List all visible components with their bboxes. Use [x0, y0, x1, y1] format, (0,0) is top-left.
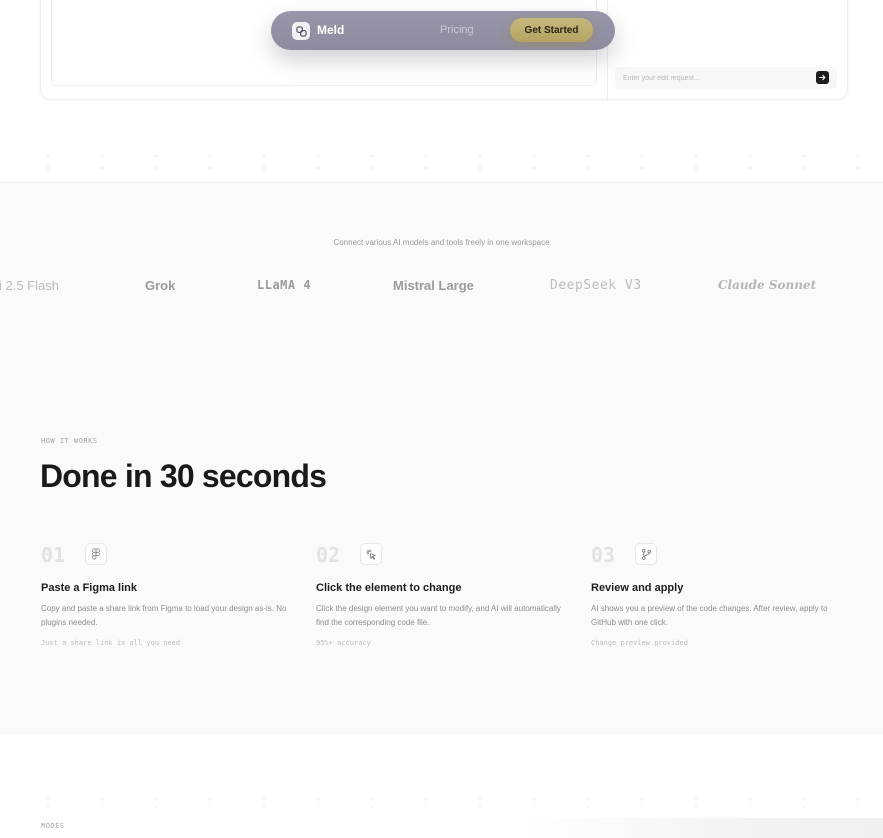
step-title: Paste a Figma link	[41, 582, 137, 594]
step-note: 95%+ accuracy	[316, 639, 371, 647]
step-note: Just a share link is all you need	[41, 639, 181, 647]
model-logo-claude: Claude Sonnet	[718, 278, 817, 292]
model-logo-deepseek: DeepSeek V3	[550, 278, 642, 293]
nav-link-pricing[interactable]: Pricing	[440, 24, 474, 36]
models-caption: Connect various AI models and tools free…	[333, 238, 550, 247]
step-description: Click the design element you want to mod…	[316, 604, 561, 627]
landing-page: Meld Pricing Get Started Connect various…	[0, 0, 883, 838]
send-button[interactable]	[816, 71, 829, 84]
figma-icon	[85, 543, 107, 565]
step-description: Copy and paste a share link from Figma t…	[41, 604, 287, 627]
step-note: Change preview provided	[591, 639, 688, 647]
get-started-button[interactable]: Get Started	[510, 18, 593, 42]
step-description: AI shows you a preview of the code chang…	[591, 604, 828, 627]
brand-name[interactable]: Meld	[317, 23, 344, 37]
edit-request-input[interactable]	[623, 71, 803, 85]
step-number: 01	[41, 543, 66, 567]
git-branch-icon	[635, 543, 657, 565]
click-pointer-icon	[360, 543, 382, 565]
section-title: Done in 30 seconds	[40, 458, 327, 494]
section-eyebrow: HOW IT WORKS	[41, 437, 98, 445]
model-logo-llama: LLaMA 4	[257, 278, 312, 292]
step-number: 02	[316, 543, 341, 567]
edit-request-box	[615, 67, 837, 89]
model-logo-grok: Grok	[145, 278, 176, 293]
link-icon[interactable]	[292, 22, 310, 40]
modes-eyebrow: MODES	[41, 822, 65, 830]
step-title: Review and apply	[591, 582, 684, 594]
floating-navbar: Meld Pricing Get Started	[271, 11, 615, 50]
step-number: 03	[591, 543, 616, 567]
dot-grid-decoration	[0, 150, 883, 174]
arrow-right-icon	[816, 74, 829, 81]
dot-grid-decoration	[0, 796, 883, 810]
step-title: Click the element to change	[316, 582, 462, 594]
model-logo-mistral: Mistral Large	[393, 278, 474, 293]
bottom-fade-decoration	[520, 818, 883, 838]
model-logo-gemini: i 2.5 Flash	[0, 278, 59, 293]
models-section: Connect various AI models and tools free…	[0, 182, 883, 351]
how-it-works-section: HOW IT WORKS Done in 30 seconds 01 Paste…	[0, 350, 883, 735]
